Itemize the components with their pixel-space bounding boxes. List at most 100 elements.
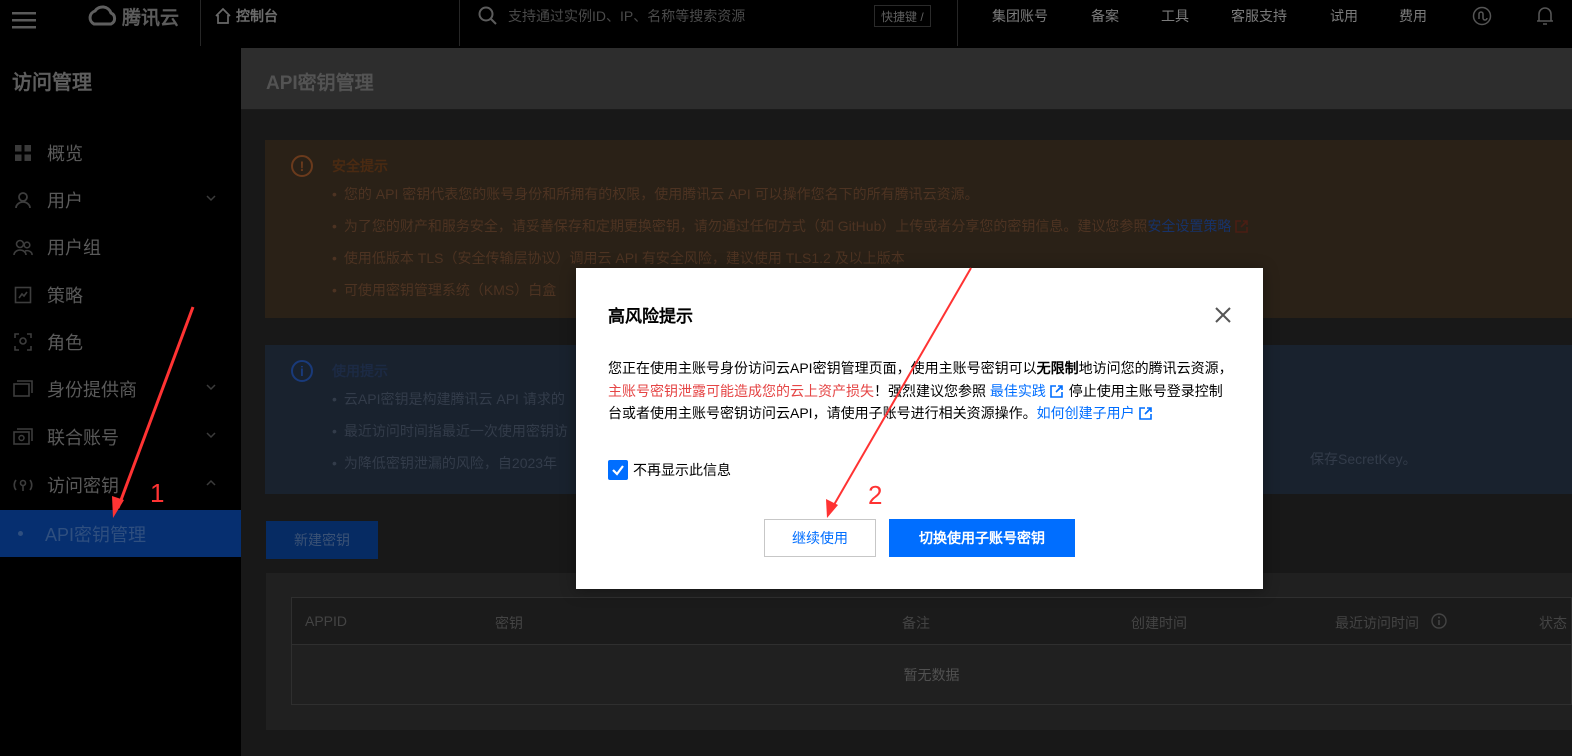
- list-item-text: 您的 API 密钥代表您的账号身份和所拥有的权限，使用腾讯云 API 可以操作您…: [343, 186, 979, 202]
- console-link[interactable]: 控制台: [214, 0, 278, 32]
- chevron-down-icon: [206, 432, 216, 439]
- body-text: 地访问您的腾讯云资源，: [1078, 360, 1233, 376]
- body-text: 您正在使用主账号身份访问云API密钥管理页面，使用主账号密钥可以: [608, 360, 1037, 376]
- chevron-down-icon: [206, 384, 216, 391]
- bullet-dot-icon: [18, 531, 23, 536]
- create-sub-user-link[interactable]: 如何创建子用户: [1037, 405, 1135, 421]
- sidebar-item-label: API密钥管理: [45, 524, 147, 545]
- list-item-text: 为了您的财产和服务安全，请妥善保存和定期更换密钥，请勿通过任何方式（如 GitH…: [343, 218, 1148, 234]
- annotation-number-1: 1: [150, 478, 165, 508]
- sidebar-item-label: 联合账号: [47, 428, 119, 448]
- shortcut-label: 快捷键 /: [881, 9, 924, 24]
- column-header-key: 密钥: [495, 615, 523, 631]
- sidebar-item-federated-accounts[interactable]: 联合账号: [0, 417, 241, 457]
- key-icon: [12, 474, 34, 496]
- page-title: API密钥管理: [266, 73, 374, 94]
- sidebar-item-label: 用户组: [47, 238, 101, 258]
- risk-warning-text: 主账号密钥泄露可能造成您的云上资产损失: [608, 382, 874, 399]
- dialog-body: 您正在使用主账号身份访问云API密钥管理页面，使用主账号密钥可以无限制地访问您的…: [608, 357, 1234, 425]
- new-key-button[interactable]: 新建密钥: [266, 521, 378, 559]
- home-icon: [215, 7, 231, 24]
- close-icon[interactable]: [1212, 304, 1234, 326]
- sidebar-item-users[interactable]: 用户: [0, 180, 241, 220]
- list-item-text: 使用低版本 TLS（安全传输层协议）调用云 API 有安全风险，建议使用 TLS…: [343, 250, 905, 266]
- high-risk-dialog: 高风险提示 您正在使用主账号身份访问云API密钥管理页面，使用主账号密钥可以无限…: [576, 268, 1263, 589]
- key-table: APPID 密钥 备注 创建时间 最近访问时间 状态 暂无数据: [266, 573, 1572, 730]
- nav-billing[interactable]: 费用: [1399, 0, 1427, 32]
- menu-icon[interactable]: [12, 4, 36, 36]
- sidebar-item-label: 身份提供商: [47, 380, 137, 400]
- switch-sub-account-key-button[interactable]: 切换使用子账号密钥: [889, 519, 1075, 557]
- table-empty-state: 暂无数据: [291, 645, 1572, 705]
- sidebar-item-access-keys[interactable]: 访问密钥: [0, 465, 241, 505]
- sidebar-item-overview[interactable]: 概览: [0, 133, 241, 173]
- column-header-last-access-time: 最近访问时间: [1335, 615, 1419, 631]
- nav-label: 客服支持: [1231, 8, 1287, 24]
- external-link-icon: [1050, 384, 1063, 398]
- cloud-logo-icon: [88, 5, 117, 26]
- nav-trial[interactable]: 试用: [1330, 0, 1358, 32]
- sidebar-item-policies[interactable]: 策略: [0, 275, 241, 315]
- bell-icon[interactable]: [1536, 0, 1554, 32]
- nav-label: 备案: [1091, 8, 1119, 24]
- sidebar-item-api-key-management[interactable]: API密钥管理: [0, 510, 241, 557]
- list-item-text: 为降低密钥泄漏的风险，自2023年: [343, 455, 558, 471]
- nav-label: 费用: [1399, 8, 1427, 24]
- user-group-icon: [12, 236, 34, 258]
- search-icon: [478, 6, 497, 25]
- sidebar: 访问管理 概览 用户 用户组 策略 角色 身份提供商 联合账号 访问密钥 API…: [0, 48, 241, 756]
- sidebar-item-user-groups[interactable]: 用户组: [0, 227, 241, 267]
- dont-show-again-checkbox[interactable]: 不再显示此信息: [608, 460, 731, 480]
- column-header-appid: APPID: [305, 613, 348, 629]
- federated-account-icon: [12, 426, 34, 448]
- list-item-text: 可使用密钥管理系统（KMS）白盒: [343, 282, 557, 298]
- brand-name: 腾讯云: [122, 7, 180, 29]
- mini-program-icon[interactable]: [1472, 0, 1492, 32]
- sidebar-item-roles[interactable]: 角色: [0, 322, 241, 362]
- sidebar-item-label: 概览: [47, 144, 83, 164]
- top-navigation-bar: 腾讯云 控制台 支持通过实例ID、IP、名称等搜索资源 快捷键 / 集团账号 备…: [0, 0, 1572, 48]
- security-notice-title: 安全提示: [332, 158, 388, 174]
- global-search[interactable]: 支持通过实例ID、IP、名称等搜索资源: [478, 0, 745, 32]
- usage-notice-title: 使用提示: [332, 363, 388, 379]
- list-item: 您的 API 密钥代表您的账号身份和所拥有的权限，使用腾讯云 API 可以操作您…: [332, 184, 1572, 216]
- sidebar-item-label: 策略: [47, 286, 83, 306]
- search-input[interactable]: 支持通过实例ID、IP、名称等搜索资源: [508, 6, 745, 26]
- nav-tools[interactable]: 工具: [1161, 0, 1189, 32]
- sidebar-item-label: 用户: [47, 191, 83, 211]
- nav-support[interactable]: 客服支持: [1231, 0, 1287, 32]
- sidebar-item-label: 角色: [47, 333, 83, 353]
- page-header: API密钥管理: [241, 48, 1572, 110]
- column-header-created-time: 创建时间: [1131, 615, 1187, 631]
- sidebar-item-label: 访问密钥: [47, 476, 119, 496]
- identity-provider-icon: [12, 378, 34, 400]
- info-icon: i: [291, 360, 313, 382]
- checkbox-label: 不再显示此信息: [633, 462, 731, 478]
- table-header: APPID 密钥 备注 创建时间 最近访问时间 状态: [291, 597, 1572, 645]
- nav-filing[interactable]: 备案: [1091, 0, 1119, 32]
- checkbox-checked-icon[interactable]: [608, 460, 628, 480]
- usage-notice-tail-text: 保存SecretKey。: [1310, 451, 1417, 467]
- dialog-title: 高风险提示: [608, 307, 693, 326]
- security-policy-link[interactable]: 安全设置策略: [1147, 218, 1231, 234]
- column-header-status: 状态: [1539, 615, 1567, 631]
- sidebar-title: 访问管理: [12, 72, 92, 94]
- nav-group-account[interactable]: 集团账号: [992, 0, 1048, 32]
- shortcut-hint[interactable]: 快捷键 /: [874, 5, 931, 27]
- list-item-text: 云API密钥是构建腾讯云 API 请求的: [343, 391, 565, 407]
- chevron-down-icon: [206, 195, 216, 202]
- nav-label: 工具: [1161, 8, 1189, 24]
- body-text: ！强烈建议您参照: [874, 382, 990, 399]
- annotation-number-2: 2: [868, 480, 883, 510]
- continue-button[interactable]: 继续使用: [764, 519, 876, 557]
- policy-icon: [12, 284, 34, 306]
- nav-label: 集团账号: [992, 8, 1048, 24]
- brand-logo[interactable]: 腾讯云: [85, 0, 179, 32]
- role-icon: [12, 331, 34, 353]
- console-label: 控制台: [236, 8, 278, 24]
- sidebar-item-identity-providers[interactable]: 身份提供商: [0, 369, 241, 409]
- info-circle-icon[interactable]: [1431, 613, 1447, 629]
- body-bold-text: 无限制: [1036, 360, 1079, 376]
- chevron-up-icon: [206, 479, 216, 486]
- best-practice-link[interactable]: 最佳实践: [990, 383, 1046, 399]
